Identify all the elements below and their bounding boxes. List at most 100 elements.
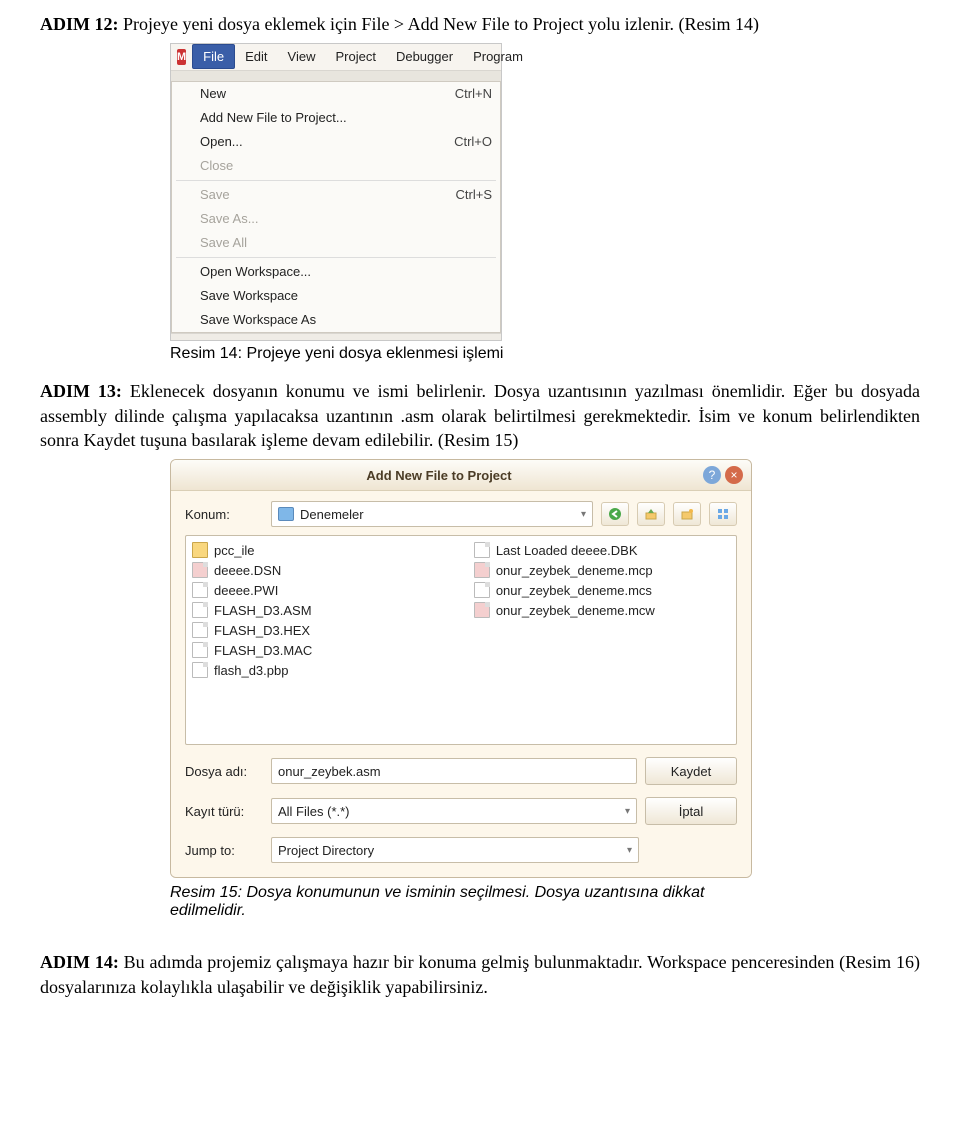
- file-list[interactable]: pcc_ile deeee.DSN deeee.PWI FLASH_D3.ASM FLA…: [185, 535, 737, 745]
- file-icon: [474, 562, 490, 578]
- step-12-text: ADIM 12: Projeye yeni dosya eklemek için…: [40, 12, 920, 37]
- list-item[interactable]: pcc_ile: [190, 540, 450, 560]
- list-item-label: flash_d3.pbp: [214, 663, 288, 678]
- file-icon: [474, 602, 490, 618]
- menu-item-close: Close: [172, 154, 500, 178]
- step-14-label: ADIM 14:: [40, 952, 119, 972]
- file-list-column: Last Loaded deeee.DBK onur_zeybek_deneme.…: [472, 540, 732, 740]
- step-14-body: Bu adımda projemiz çalışmaya hazır bir k…: [40, 952, 920, 997]
- file-dropdown: NewCtrl+N Add New File to Project... Ope…: [171, 81, 501, 333]
- file-icon: [192, 562, 208, 578]
- shortcut: Ctrl+O: [454, 134, 492, 149]
- menu-item-label: Open...: [200, 134, 243, 149]
- step-12-label: ADIM 12:: [40, 14, 119, 34]
- figure-save-dialog: Add New File to Project ? × Konum: Denem…: [170, 459, 752, 878]
- location-label: Konum:: [185, 507, 263, 522]
- chevron-down-icon: ▾: [581, 509, 586, 520]
- filename-label: Dosya adı:: [185, 764, 263, 779]
- list-item-label: deeee.DSN: [214, 563, 281, 578]
- jumpto-value: Project Directory: [278, 843, 374, 858]
- menu-item-add-new-file[interactable]: Add New File to Project...: [172, 106, 500, 130]
- list-item-label: onur_zeybek_deneme.mcs: [496, 583, 652, 598]
- step-13-text: ADIM 13: Eklenecek dosyanın konumu ve is…: [40, 379, 920, 453]
- window-chrome-bottom: [171, 333, 501, 340]
- figure-file-menu: M File Edit View Project Debugger Progra…: [170, 43, 502, 341]
- menu-program[interactable]: Program: [463, 45, 533, 68]
- close-icon[interactable]: ×: [725, 466, 743, 484]
- file-list-column: pcc_ile deeee.DSN deeee.PWI FLASH_D3.ASM FLA…: [190, 540, 450, 740]
- shortcut: Ctrl+S: [456, 187, 492, 202]
- chevron-down-icon: ▾: [627, 845, 632, 856]
- menu-separator: [176, 180, 496, 181]
- step-14-text: ADIM 14: Bu adımda projemiz çalışmaya ha…: [40, 950, 920, 1000]
- menu-item-save-as: Save As...: [172, 207, 500, 231]
- list-item-label: deeee.PWI: [214, 583, 278, 598]
- list-item[interactable]: FLASH_D3.ASM: [190, 600, 450, 620]
- menu-item-save-workspace[interactable]: Save Workspace: [172, 284, 500, 308]
- menu-item-open-workspace[interactable]: Open Workspace...: [172, 260, 500, 284]
- file-icon: [474, 542, 490, 558]
- filetype-combo[interactable]: All Files (*.*)▾: [271, 798, 637, 824]
- menu-item-save-workspace-as[interactable]: Save Workspace As: [172, 308, 500, 332]
- menu-item-label: New: [200, 86, 226, 101]
- menu-item-open[interactable]: Open... Ctrl+O: [172, 130, 500, 154]
- list-item[interactable]: onur_zeybek_deneme.mcs: [472, 580, 732, 600]
- menu-separator: [176, 257, 496, 258]
- list-item-label: Last Loaded deeee.DBK: [496, 543, 638, 558]
- filename-row: Dosya adı: onur_zeybek.asm Kaydet: [185, 757, 737, 785]
- menu-bar: M File Edit View Project Debugger Progra…: [171, 44, 501, 71]
- help-icon[interactable]: ?: [703, 466, 721, 484]
- list-item[interactable]: deeee.PWI: [190, 580, 450, 600]
- file-icon: [192, 602, 208, 618]
- figure-14-caption: Resim 14: Projeye yeni dosya eklenmesi i…: [170, 345, 570, 363]
- list-item-label: onur_zeybek_deneme.mcp: [496, 563, 653, 578]
- new-folder-button[interactable]: [673, 502, 701, 526]
- list-item-label: FLASH_D3.MAC: [214, 643, 312, 658]
- location-combo[interactable]: Denemeler ▾: [271, 501, 593, 527]
- menu-debugger[interactable]: Debugger: [386, 45, 463, 68]
- list-item[interactable]: onur_zeybek_deneme.mcp: [472, 560, 732, 580]
- menu-item-new[interactable]: NewCtrl+N: [172, 82, 500, 106]
- file-icon: [192, 642, 208, 658]
- list-item[interactable]: flash_d3.pbp: [190, 660, 450, 680]
- step-13-label: ADIM 13:: [40, 381, 122, 401]
- up-one-level-button[interactable]: [637, 502, 665, 526]
- jumpto-label: Jump to:: [185, 843, 263, 858]
- save-button[interactable]: Kaydet: [645, 757, 737, 785]
- jumpto-combo[interactable]: Project Directory ▾: [271, 837, 639, 863]
- list-item[interactable]: FLASH_D3.HEX: [190, 620, 450, 640]
- filetype-row: Kayıt türü: All Files (*.*)▾ İptal: [185, 797, 737, 825]
- list-item-label: onur_zeybek_deneme.mcw: [496, 603, 655, 618]
- menu-file[interactable]: File: [192, 44, 235, 69]
- list-item[interactable]: onur_zeybek_deneme.mcw: [472, 600, 732, 620]
- menu-item-label: Save Workspace As: [200, 312, 316, 327]
- menu-item-save: Save Ctrl+S: [172, 183, 500, 207]
- menu-item-save-all: Save All: [172, 231, 500, 255]
- list-item[interactable]: FLASH_D3.MAC: [190, 640, 450, 660]
- back-button[interactable]: [601, 502, 629, 526]
- dialog-title-bar: Add New File to Project ? ×: [171, 460, 751, 491]
- list-item-label: pcc_ile: [214, 543, 254, 558]
- folder-icon: [278, 507, 294, 521]
- filename-input[interactable]: onur_zeybek.asm: [271, 758, 637, 784]
- chevron-down-icon: ▾: [625, 806, 630, 817]
- step-12-body: Projeye yeni dosya eklemek için File > A…: [119, 14, 760, 34]
- figure-15-caption: Resim 15: Dosya konumunun ve isminin seç…: [170, 884, 730, 920]
- file-icon: [192, 662, 208, 678]
- cancel-button[interactable]: İptal: [645, 797, 737, 825]
- file-icon: [192, 622, 208, 638]
- filename-value: onur_zeybek.asm: [278, 764, 381, 779]
- menu-view[interactable]: View: [278, 45, 326, 68]
- menu-edit[interactable]: Edit: [235, 45, 277, 68]
- menu-project[interactable]: Project: [325, 45, 385, 68]
- app-icon: M: [177, 49, 186, 65]
- list-item[interactable]: deeee.DSN: [190, 560, 450, 580]
- menu-item-label: Add New File to Project...: [200, 110, 347, 125]
- filetype-label: Kayıt türü:: [185, 804, 263, 819]
- list-item[interactable]: Last Loaded deeee.DBK: [472, 540, 732, 560]
- list-item-label: FLASH_D3.ASM: [214, 603, 312, 618]
- location-row: Konum: Denemeler ▾: [185, 501, 737, 527]
- menu-item-label: Open Workspace...: [200, 264, 311, 279]
- view-menu-button[interactable]: [709, 502, 737, 526]
- menu-item-label: Save: [200, 187, 230, 202]
